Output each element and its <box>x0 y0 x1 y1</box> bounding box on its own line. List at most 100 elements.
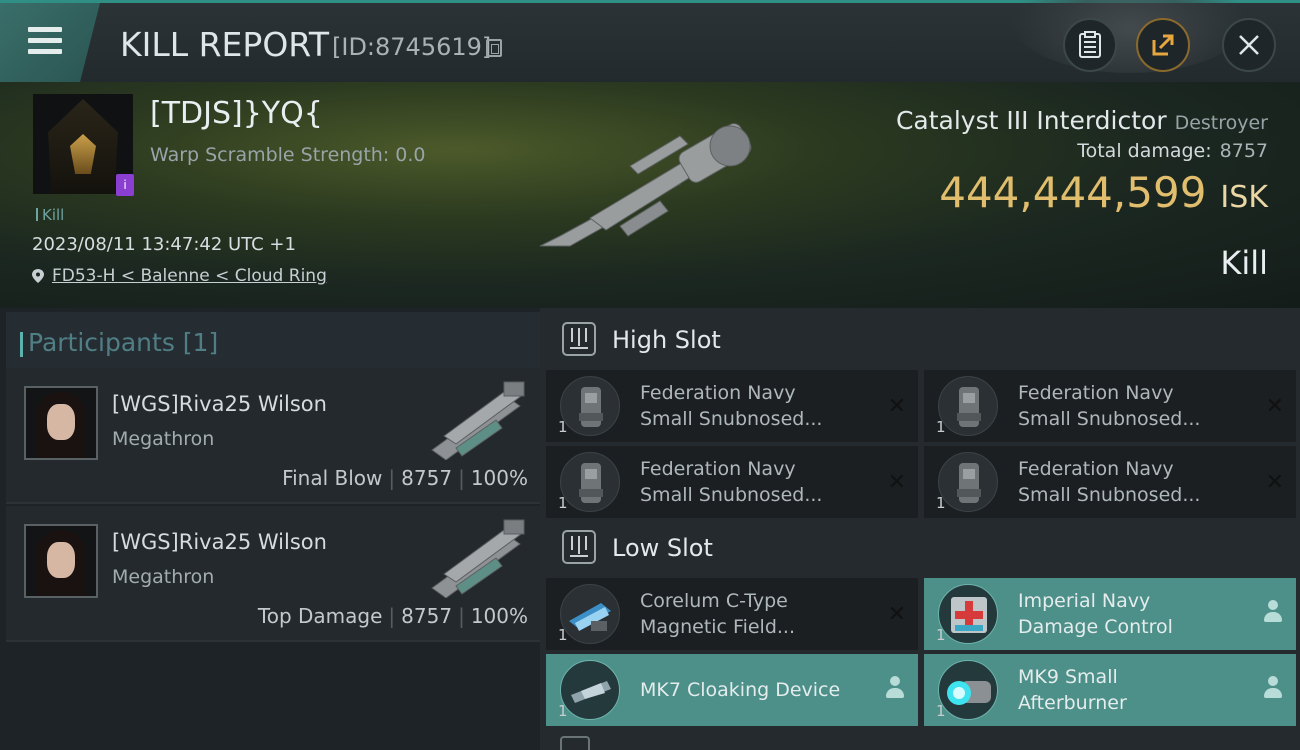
close-icon <box>1239 35 1259 55</box>
module-name-line2: Small Snubnosed... <box>1018 408 1201 430</box>
magnetic-field-stabilizer-icon <box>560 584 620 644</box>
low-slot-module[interactable]: 1 Imperial Navy Damage Control <box>924 578 1296 650</box>
module-name: Corelum C-Type Magnetic Field... <box>640 588 870 640</box>
low-slot-label: Low Slot <box>612 534 713 562</box>
hood-figure <box>48 99 118 194</box>
avatar-face <box>47 542 75 578</box>
total-damage: Total damage: 8757 <box>1077 140 1268 162</box>
module-name: Federation Navy Small Snubnosed... <box>640 456 870 508</box>
kill-result: Kill <box>1220 244 1268 282</box>
snubnosed-launcher-icon <box>938 452 998 512</box>
high-slot-module[interactable]: 1 Federation Navy Small Snubnosed... ✕ <box>924 370 1296 442</box>
low-slot-module[interactable]: 1 Corelum C-Type Magnetic Field... ✕ <box>546 578 918 650</box>
high-slot-module[interactable]: 1 Federation Navy Small Snubnosed... ✕ <box>546 370 918 442</box>
participant-stats: Top Damage | 8757 | 100% <box>258 604 528 628</box>
participant-ship-image <box>431 381 525 460</box>
ship-name-text: Catalyst III Interdictor <box>895 106 1167 135</box>
total-damage-label: Total damage: <box>1077 140 1212 162</box>
high-slot-label: High Slot <box>612 326 721 354</box>
module-name-line1: MK9 Small <box>1018 666 1118 688</box>
module-quantity: 1 <box>936 418 946 436</box>
close-button[interactable] <box>1222 18 1276 72</box>
participant-name: [WGS]Riva25 Wilson <box>112 530 327 554</box>
participant-damage: 8757 <box>401 604 453 628</box>
participant-ship-image <box>431 519 525 598</box>
destroyed-icon: ✕ <box>887 470 906 495</box>
info-badge: i <box>116 174 134 196</box>
participant-percent: 100% <box>470 604 528 628</box>
module-name-line1: Federation Navy <box>640 382 796 404</box>
module-quantity: 1 <box>558 702 568 720</box>
afterburner-icon <box>938 660 998 720</box>
hamburger-icon <box>28 27 62 32</box>
module-name: MK7 Cloaking Device <box>640 677 870 703</box>
high-slot-module[interactable]: 1 Federation Navy Small Snubnosed... ✕ <box>546 446 918 518</box>
module-name-line1: Federation Navy <box>1018 458 1174 480</box>
location-pin-icon <box>32 269 44 283</box>
divider: | <box>388 604 396 628</box>
module-name: Federation Navy Small Snubnosed... <box>1018 456 1248 508</box>
module-name: MK9 Small Afterburner <box>1018 664 1248 716</box>
participant-damage: 8757 <box>401 466 453 490</box>
destroyed-icon: ✕ <box>1265 470 1284 495</box>
report-id: [ID:8745619] <box>332 33 492 61</box>
participant-row[interactable]: [WGS]Riva25 Wilson Megathron Top Damage |… <box>6 506 540 642</box>
module-name-line1: Corelum C-Type <box>640 590 788 612</box>
module-name-line1: Imperial Navy <box>1018 590 1151 612</box>
destroyed-icon: ✕ <box>887 602 906 627</box>
module-name-line2: Small Snubnosed... <box>640 484 823 506</box>
kill-datetime: 2023/08/11 13:47:42 UTC +1 <box>32 234 296 255</box>
module-name-line2: Small Snubnosed... <box>1018 484 1201 506</box>
participant-stats: Final Blow | 8757 | 100% <box>282 466 528 490</box>
destroyed-icon: ✕ <box>1265 394 1284 419</box>
destroyed-icon: ✕ <box>887 394 906 419</box>
page-title: KILL REPORT <box>120 25 329 64</box>
high-slot-module[interactable]: 1 Federation Navy Small Snubnosed... ✕ <box>924 446 1296 518</box>
participant-role: Final Blow <box>282 466 383 490</box>
cloaking-device-icon <box>560 660 620 720</box>
low-slot-module[interactable]: 1 MK9 Small Afterburner <box>924 654 1296 726</box>
avatar-face <box>47 404 75 440</box>
module-quantity: 1 <box>936 702 946 720</box>
isk-amount: 444,444,599 <box>939 168 1207 217</box>
low-slot-header: Low Slot <box>540 518 1300 578</box>
next-slot-icon <box>560 736 590 750</box>
menu-button[interactable] <box>0 3 100 82</box>
snubnosed-launcher-icon <box>560 452 620 512</box>
kill-banner: i [TDJS]}YQ{ Warp Scramble Strength: 0.0… <box>0 82 1300 308</box>
participant-ship: Megathron <box>112 566 215 588</box>
clipboard-icon <box>1079 31 1101 58</box>
divider: | <box>388 466 396 490</box>
kill-location[interactable]: FD53-H < Balenne < Cloud Ring <box>32 266 327 286</box>
module-quantity: 1 <box>936 494 946 512</box>
top-bar: KILL REPORT [ID:8745619] <box>0 0 1300 82</box>
ship-name: Catalyst III Interdictor Destroyer <box>896 106 1268 135</box>
participant-role: Top Damage <box>257 604 383 628</box>
snubnosed-launcher-icon <box>560 376 620 436</box>
victim-name: [TDJS]}YQ{ <box>150 96 323 131</box>
total-damage-value: 8757 <box>1219 140 1268 162</box>
share-button[interactable] <box>1136 18 1190 72</box>
snubnosed-launcher-icon <box>938 376 998 436</box>
module-name-line2: Magnetic Field... <box>640 616 796 638</box>
participant-row[interactable]: [WGS]Riva25 Wilson Megathron Final Blow |… <box>6 368 540 504</box>
module-quantity: 1 <box>936 626 946 644</box>
location-text[interactable]: FD53-H < Balenne < Cloud Ring <box>52 266 327 286</box>
warp-scramble: Warp Scramble Strength: 0.0 <box>150 144 426 166</box>
person-icon <box>1264 676 1282 702</box>
participants-header: Participants [1] <box>6 312 540 372</box>
module-name: Federation Navy Small Snubnosed... <box>1018 380 1248 432</box>
participant-avatar[interactable] <box>24 386 98 460</box>
low-slot-module[interactable]: 1 MK7 Cloaking Device <box>546 654 918 726</box>
clipboard-button[interactable] <box>1063 18 1117 72</box>
high-slot-header: High Slot <box>540 310 1300 370</box>
participant-name: [WGS]Riva25 Wilson <box>112 392 327 416</box>
participant-ship: Megathron <box>112 428 215 450</box>
module-name-line1: Federation Navy <box>640 458 796 480</box>
participants-panel: Participants [1] [WGS]Riva25 Wilson Mega… <box>0 308 540 750</box>
participant-avatar[interactable] <box>24 524 98 598</box>
ship-image <box>539 123 752 247</box>
participant-percent: 100% <box>470 466 528 490</box>
copy-icon[interactable] <box>486 39 502 57</box>
module-name-line2: Small Snubnosed... <box>640 408 823 430</box>
